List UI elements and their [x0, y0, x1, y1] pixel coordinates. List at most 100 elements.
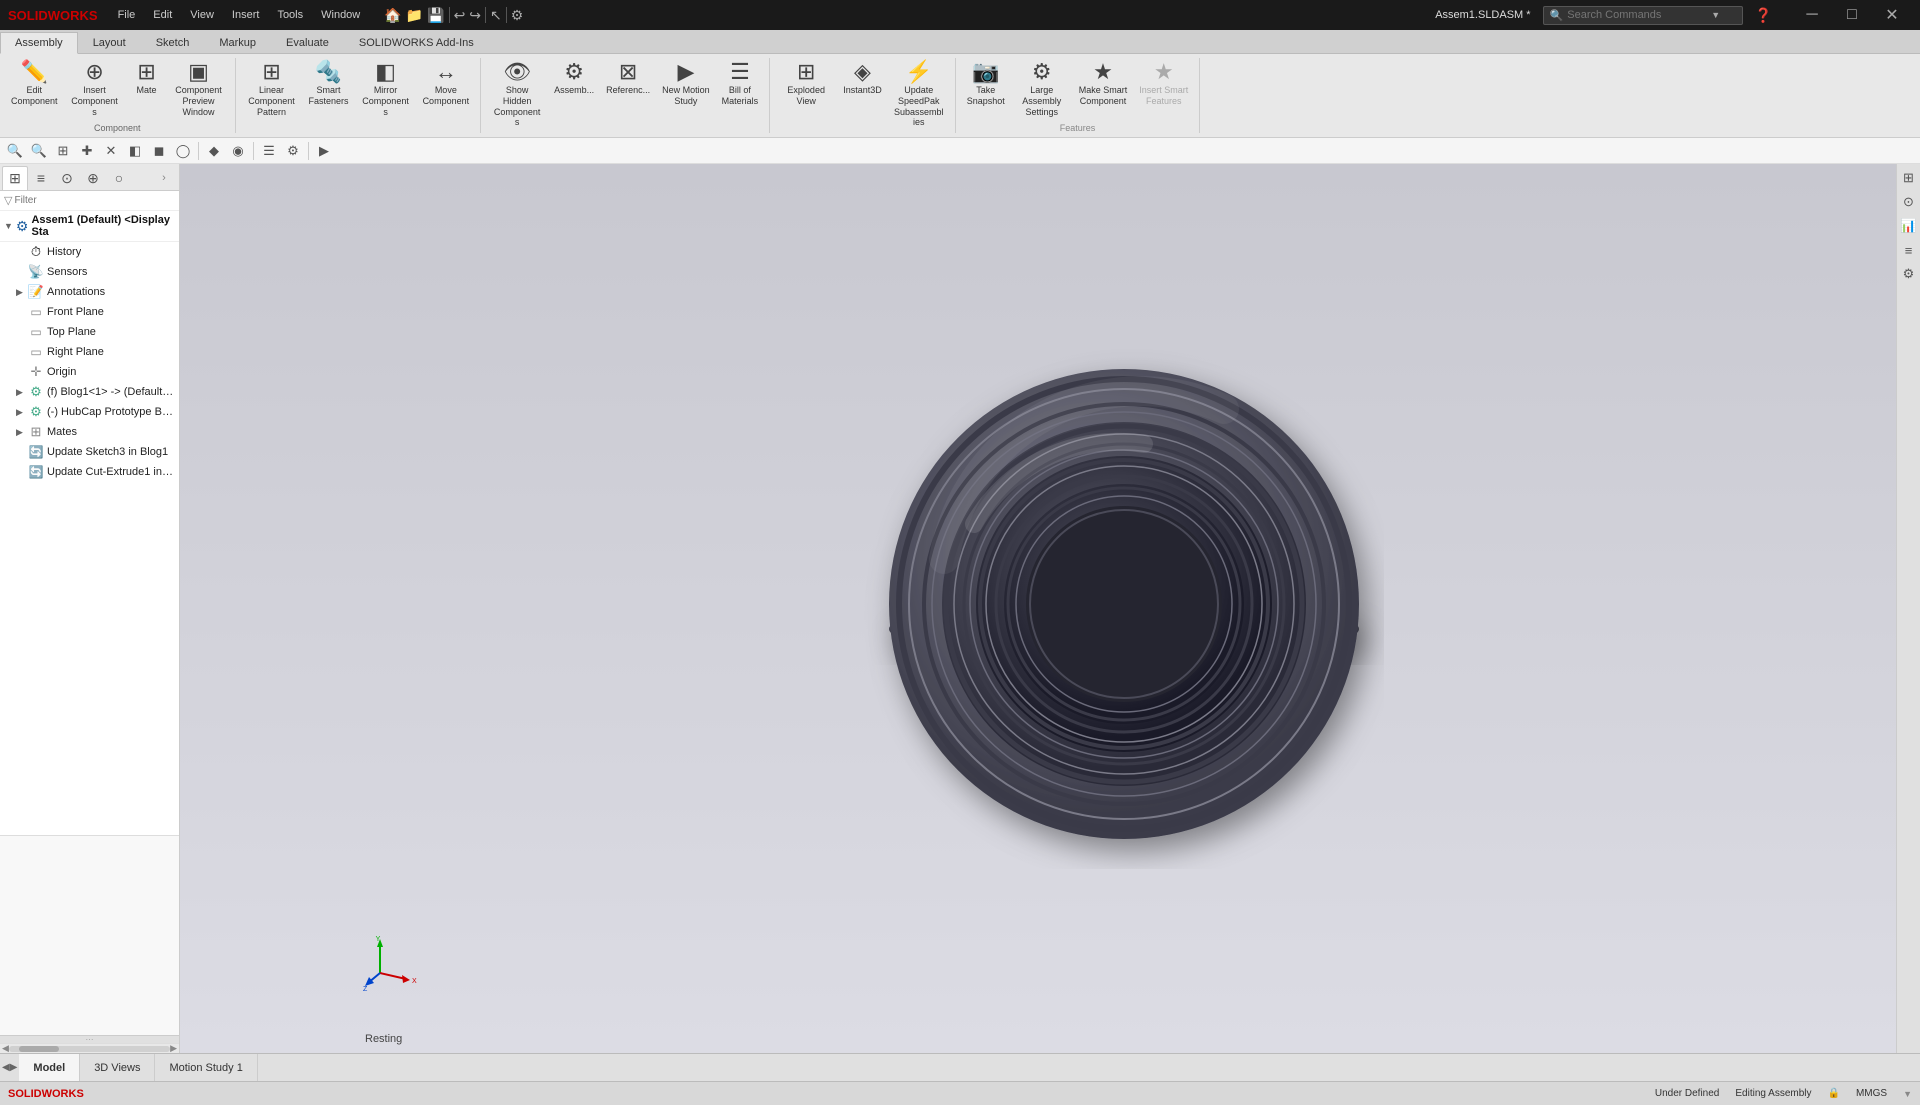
sidebar-resize-handle[interactable]: [0, 1035, 179, 1043]
tree-item-blog1[interactable]: ▶ ⚙ (f) Blog1<1> -> (Default) ...: [0, 382, 179, 402]
new-motion-study-button[interactable]: ▶ New MotionStudy: [657, 58, 715, 110]
sidebar-horizontal-scrollbar[interactable]: ◀ ▶: [0, 1043, 179, 1053]
sidebar-tab-display[interactable]: ⊕: [80, 166, 106, 190]
toolbar-icon-1[interactable]: 🔍: [4, 140, 26, 162]
update-speedpak-button[interactable]: ⚡ Update SpeedPakSubassemblies: [889, 58, 949, 131]
tab-model[interactable]: Model: [19, 1054, 80, 1081]
scroll-track[interactable]: [9, 1046, 170, 1052]
menu-insert[interactable]: Insert: [224, 7, 268, 23]
menu-file[interactable]: File: [110, 7, 144, 23]
toolbar-icon-4[interactable]: ✚: [76, 140, 98, 162]
tree-item-sensors[interactable]: 📡 Sensors: [0, 262, 179, 282]
toolbar-icon-2[interactable]: 🔍: [28, 140, 50, 162]
toolbar-icon-11[interactable]: ☰: [258, 140, 280, 162]
take-snapshot-button[interactable]: 📷 TakeSnapshot: [962, 58, 1010, 110]
scroll-thumb[interactable]: [19, 1046, 59, 1052]
undo-icon[interactable]: ↩: [454, 7, 466, 24]
edit-component-button[interactable]: ✏️ EditComponent: [6, 58, 63, 110]
window-controls: ─ □ ✕: [1792, 0, 1912, 30]
toolbar-icon-5[interactable]: ✕: [100, 140, 122, 162]
gear-icon[interactable]: ⚙: [511, 7, 524, 24]
sidebar-tab-properties[interactable]: ≡: [28, 166, 54, 190]
home-icon[interactable]: 🏠: [384, 7, 401, 24]
right-panel-icon-1[interactable]: ⊞: [1899, 168, 1919, 188]
help-icon[interactable]: ❓: [1755, 7, 1772, 24]
tab-evaluate[interactable]: Evaluate: [271, 32, 344, 53]
sidebar-lower-panel: [0, 835, 179, 1035]
instant3d-button[interactable]: ◈ Instant3D: [838, 58, 887, 99]
scroll-right-icon[interactable]: ▶: [170, 1043, 177, 1053]
toolbar-icon-8[interactable]: ◯: [172, 140, 194, 162]
tab-sketch[interactable]: Sketch: [141, 32, 205, 53]
tree-root-assem[interactable]: ▼ ⚙ Assem1 (Default) <Display Sta: [0, 211, 179, 242]
right-panel-icon-5[interactable]: ⚙: [1899, 264, 1919, 284]
toolbar-icon-12[interactable]: ⚙: [282, 140, 304, 162]
sidebar-expand-icon[interactable]: ›: [151, 166, 177, 190]
right-panel-icon-3[interactable]: 📊: [1899, 216, 1919, 236]
sidebar-tab-config[interactable]: ⊙: [54, 166, 80, 190]
tree-item-update-sketch[interactable]: 🔄 Update Sketch3 in Blog1: [0, 442, 179, 462]
open-icon[interactable]: 📁: [406, 7, 423, 24]
right-panel-icon-4[interactable]: ≡: [1899, 240, 1919, 260]
component-preview-button[interactable]: ▣ ComponentPreview Window: [169, 58, 229, 120]
toolbar-icon-7[interactable]: ◼: [148, 140, 170, 162]
assembly-button[interactable]: ⚙ Assemb...: [549, 58, 599, 99]
minimize-button[interactable]: ─: [1792, 0, 1832, 30]
viewport[interactable]: Y X Z Resting: [180, 164, 1896, 1053]
search-box[interactable]: 🔍 ▼: [1543, 6, 1743, 25]
tree-item-mates[interactable]: ▶ ⊞ Mates: [0, 422, 179, 442]
tree-item-right-plane[interactable]: ▭ Right Plane: [0, 342, 179, 362]
mirror-button[interactable]: ◧ MirrorComponents: [356, 58, 416, 120]
tab-motion-study[interactable]: Motion Study 1: [155, 1054, 257, 1081]
select-icon[interactable]: ↖: [490, 7, 502, 24]
tab-markup[interactable]: Markup: [204, 32, 271, 53]
toolbar-icon-9[interactable]: ◆: [203, 140, 225, 162]
make-smart-button[interactable]: ★ Make SmartComponent: [1074, 58, 1133, 110]
tab-scroll-left[interactable]: ◀: [2, 1062, 10, 1073]
tree-item-hubcap[interactable]: ▶ ⚙ (-) HubCap Prototype Bear |: [0, 402, 179, 422]
save-icon[interactable]: 💾: [427, 7, 444, 24]
reference-button[interactable]: ⊠ Referenc...: [601, 58, 655, 99]
tree-item-origin[interactable]: ✛ Origin: [0, 362, 179, 382]
search-dropdown-icon[interactable]: ▼: [1711, 10, 1720, 20]
mate-button[interactable]: ⊞ Mate: [127, 58, 167, 99]
scroll-left-icon[interactable]: ◀: [2, 1043, 9, 1053]
tab-layout[interactable]: Layout: [78, 32, 141, 53]
tree-item-update-cut[interactable]: 🔄 Update Cut-Extrude1 in Blo...: [0, 462, 179, 482]
search-input[interactable]: [1567, 9, 1707, 21]
tree-item-front-plane[interactable]: ▭ Front Plane: [0, 302, 179, 322]
smart-fasteners-button[interactable]: 🔩 SmartFasteners: [304, 58, 354, 110]
sidebar-tab-appearance[interactable]: ○: [106, 166, 132, 190]
right-panel-icon-2[interactable]: ⊙: [1899, 192, 1919, 212]
menu-window[interactable]: Window: [313, 7, 368, 23]
toolbar-icon-13[interactable]: ▶: [313, 140, 335, 162]
menu-tools[interactable]: Tools: [269, 7, 311, 23]
sidebar-filter-input[interactable]: [14, 195, 175, 206]
bill-of-materials-button[interactable]: ☰ Bill ofMaterials: [717, 58, 764, 110]
tab-assembly[interactable]: Assembly: [0, 32, 78, 54]
large-assembly-button[interactable]: ⚙ Large AssemblySettings: [1012, 58, 1072, 120]
status-expand-icon[interactable]: ▼: [1903, 1089, 1912, 1099]
tree-item-top-plane[interactable]: ▭ Top Plane: [0, 322, 179, 342]
tab-addins[interactable]: SOLIDWORKS Add-Ins: [344, 32, 489, 53]
menu-edit[interactable]: Edit: [145, 7, 180, 23]
linear-pattern-button[interactable]: ⊞ Linear ComponentPattern: [242, 58, 302, 120]
show-hidden-button[interactable]: 👁 Show HiddenComponents: [487, 58, 547, 131]
maximize-button[interactable]: □: [1832, 0, 1872, 30]
insert-components-button[interactable]: ⊕ InsertComponents: [65, 58, 125, 120]
insert-smart-button[interactable]: ★ Insert SmartFeatures: [1134, 58, 1193, 110]
toolbar-icon-6[interactable]: ◧: [124, 140, 146, 162]
move-component-button[interactable]: ↔ MoveComponent: [418, 58, 475, 110]
menu-view[interactable]: View: [182, 7, 222, 23]
axis-indicator: Y X Z: [360, 933, 420, 993]
close-button[interactable]: ✕: [1872, 0, 1912, 30]
tab-3d-views[interactable]: 3D Views: [80, 1054, 155, 1081]
tab-scroll-right[interactable]: ▶: [10, 1062, 18, 1073]
exploded-view-button[interactable]: ⊞ Exploded View: [776, 58, 836, 110]
redo-icon[interactable]: ↪: [469, 7, 481, 24]
tree-item-history[interactable]: ⏱ History: [0, 242, 179, 262]
sidebar-tab-feature-tree[interactable]: ⊞: [2, 166, 28, 190]
tree-item-annotations[interactable]: ▶ 📝 Annotations: [0, 282, 179, 302]
toolbar-icon-10[interactable]: ◉: [227, 140, 249, 162]
toolbar-icon-3[interactable]: ⊞: [52, 140, 74, 162]
